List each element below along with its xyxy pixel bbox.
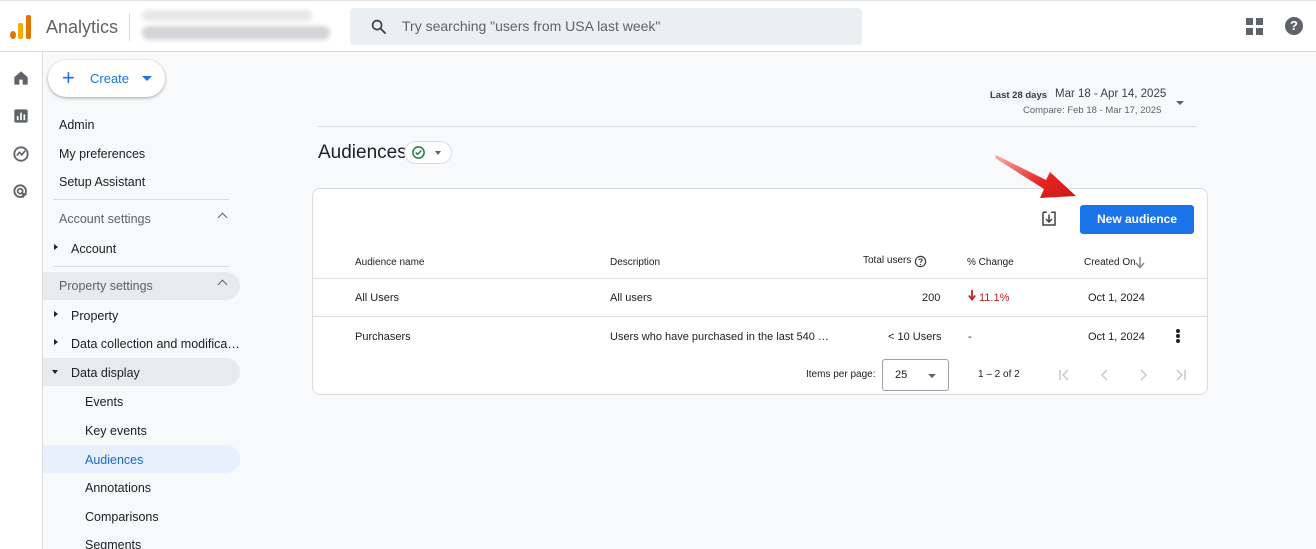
help-icon[interactable]: ? xyxy=(1285,17,1303,35)
expand-arrow-icon xyxy=(54,244,58,250)
check-circle-icon xyxy=(412,146,425,159)
nav-divider xyxy=(53,199,229,200)
reports-icon[interactable] xyxy=(11,106,31,126)
cell-change: - xyxy=(968,331,972,343)
download-icon[interactable] xyxy=(1040,210,1058,228)
property-settings-section[interactable]: Property settings xyxy=(43,272,240,300)
left-rail xyxy=(0,52,43,549)
column-header-created-on[interactable]: Created On xyxy=(1084,257,1136,268)
search-placeholder: Try searching "users from USA last week" xyxy=(402,18,661,34)
cell-total-users: 200 xyxy=(922,292,941,304)
account-selector[interactable] xyxy=(142,8,332,46)
previous-page-icon[interactable] xyxy=(1098,368,1112,382)
column-header-change[interactable]: % Change xyxy=(967,257,1014,268)
items-per-page-select[interactable]: 25 xyxy=(882,359,949,391)
cell-total-users: < 10 Users xyxy=(888,331,942,343)
search-icon xyxy=(371,19,386,34)
cell-created-on: Oct 1, 2024 xyxy=(1088,331,1145,343)
column-header-audience-name[interactable]: Audience name xyxy=(355,257,425,268)
explore-icon[interactable] xyxy=(11,144,31,164)
nav-property[interactable]: Property xyxy=(71,309,118,323)
caret-down-icon xyxy=(1176,101,1184,105)
column-header-total-users[interactable]: Total users xyxy=(863,255,911,266)
arrow-down-icon xyxy=(968,290,976,301)
nav-account[interactable]: Account xyxy=(71,242,116,256)
header-divider xyxy=(129,13,130,41)
last-page-icon[interactable] xyxy=(1174,368,1188,382)
advertising-icon[interactable] xyxy=(11,182,31,202)
new-audience-button[interactable]: New audience xyxy=(1080,205,1194,234)
more-vert-icon[interactable] xyxy=(1176,329,1180,343)
sort-descending-icon[interactable] xyxy=(1135,257,1145,269)
row-divider xyxy=(313,316,1207,317)
caret-down-icon xyxy=(928,374,936,378)
status-dropdown[interactable] xyxy=(404,141,452,164)
compare-range: Compare: Feb 18 - Mar 17, 2025 xyxy=(1023,105,1162,116)
annotation-arrow-icon xyxy=(995,155,1076,198)
analytics-logo-icon[interactable] xyxy=(10,15,32,39)
nav-annotations[interactable]: Annotations xyxy=(85,481,151,495)
nav-data-display[interactable]: Data display xyxy=(71,366,140,380)
caret-down-icon xyxy=(142,76,152,81)
nav-setup-assistant[interactable]: Setup Assistant xyxy=(59,175,145,189)
nav-audiences[interactable]: Audiences xyxy=(85,453,143,467)
column-header-description[interactable]: Description xyxy=(610,257,660,268)
nav-my-preferences[interactable]: My preferences xyxy=(59,147,145,161)
cell-description: All users xyxy=(610,292,653,304)
collapse-arrow-icon xyxy=(52,370,58,374)
first-page-icon[interactable] xyxy=(1057,368,1071,382)
nav-divider xyxy=(53,266,229,267)
nav-events[interactable]: Events xyxy=(85,395,123,409)
next-page-icon[interactable] xyxy=(1136,368,1150,382)
cell-change: 11.1% xyxy=(979,292,1010,304)
top-bar: Analytics Try searching "users from USA … xyxy=(0,0,1316,52)
cell-audience-name[interactable]: Purchasers xyxy=(355,331,411,343)
app-name[interactable]: Analytics xyxy=(46,17,118,38)
search-bar[interactable]: Try searching "users from USA last week" xyxy=(350,8,862,45)
row-divider xyxy=(313,278,1207,279)
expand-arrow-icon xyxy=(54,339,58,345)
chevron-up-icon xyxy=(217,279,228,290)
date-range: Mar 18 - Apr 14, 2025 xyxy=(1055,88,1167,100)
nav-admin[interactable]: Admin xyxy=(59,118,94,132)
create-button[interactable]: + Create xyxy=(48,60,165,97)
nav-key-events[interactable]: Key events xyxy=(85,424,147,438)
account-settings-section[interactable]: Account settings xyxy=(43,205,240,233)
date-preset-tag: Last 28 days xyxy=(989,90,1049,101)
admin-side-nav: + Create Admin My preferences Setup Assi… xyxy=(43,52,250,549)
home-icon[interactable] xyxy=(11,68,31,88)
cell-description: Users who have purchased in the last 540… xyxy=(610,331,829,343)
chevron-up-icon xyxy=(217,212,228,223)
items-per-page-label: Items per page: xyxy=(806,369,876,380)
cell-audience-name[interactable]: All Users xyxy=(355,292,399,304)
nav-data-collection[interactable]: Data collection and modifica… xyxy=(71,337,240,351)
cell-created-on: Oct 1, 2024 xyxy=(1088,292,1145,304)
apps-grid-icon[interactable] xyxy=(1246,18,1263,35)
pagination-range: 1 – 2 of 2 xyxy=(978,369,1020,380)
nav-comparisons[interactable]: Comparisons xyxy=(85,510,159,524)
nav-segments[interactable]: Segments xyxy=(85,538,141,549)
caret-down-icon xyxy=(435,151,441,155)
plus-icon: + xyxy=(62,65,75,90)
help-circle-icon[interactable] xyxy=(914,255,927,268)
header-divider xyxy=(318,126,1196,127)
expand-arrow-icon xyxy=(54,311,58,317)
page-title: Audiences xyxy=(318,142,407,163)
audiences-table-card: New audience Audience name Description T… xyxy=(312,188,1208,395)
